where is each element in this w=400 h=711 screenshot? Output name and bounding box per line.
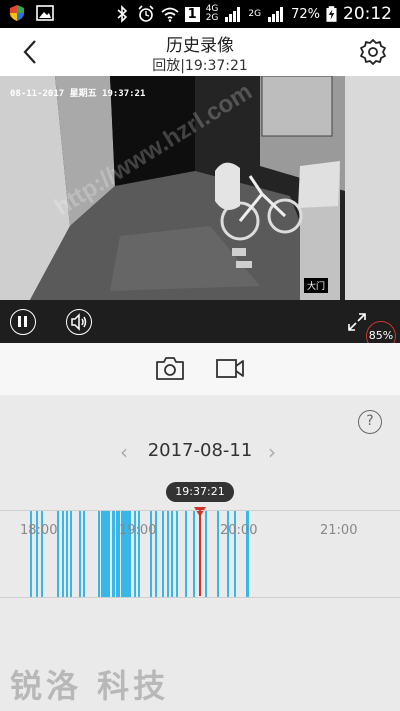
recording-segment [79,511,81,597]
recording-segment [162,511,164,597]
gallery-icon [36,5,54,21]
capture-bar [0,343,400,395]
recording-segment [98,511,100,597]
recording-segment [101,511,108,597]
network-2g: 2G [205,13,219,23]
pause-button[interactable] [10,309,36,335]
current-time-badge: 19:37:21 [166,482,234,502]
recording-segment [193,511,195,597]
recording-segment [171,511,173,597]
network-type: 4G 2G [206,5,219,23]
fullscreen-icon[interactable] [346,311,368,333]
recording-segment [66,511,68,597]
settings-icon[interactable] [358,37,388,67]
recording-segment [112,511,115,597]
alarm-icon [138,5,154,22]
door-label: 大门 [303,278,328,293]
tick-18: 18:00 [20,523,58,538]
tick-21: 21:00 [320,523,358,538]
help-button[interactable]: ? [358,410,382,434]
shield-icon [10,5,24,21]
battery-percent: 72% [291,6,320,22]
tick-19: 19:00 [119,523,157,538]
volume-button[interactable] [66,309,92,335]
camera-icon[interactable] [155,355,185,381]
recording-segment [205,511,207,597]
recording-segment [176,511,178,597]
svg-text:锐洛 科技: 锐洛 科技 [10,667,169,705]
recording-segment [217,511,219,597]
signal-icon [225,7,241,22]
recording-segment [108,511,110,597]
pause-icon [18,316,27,327]
bluetooth-icon [117,5,127,23]
tick-20: 20:00 [220,523,258,538]
battery-charging-icon [326,6,337,22]
video-timestamp: 08-11-2017 星期五 19:37:21 [10,89,146,99]
recording-segment [185,511,187,597]
recording-segment [62,511,64,597]
clock: 20:12 [343,4,392,24]
speaker-icon [71,313,87,331]
date-label: 2017-08-11 [147,440,253,461]
sim-badge: 1 [184,6,200,22]
wifi-icon [161,7,179,22]
brand-logo: 锐洛 科技 [10,667,169,705]
next-date-button[interactable]: › [268,440,276,464]
page-title: 历史录像 [166,36,234,56]
playhead-line [199,510,201,596]
recording-segment [83,511,85,597]
sim2-network: 2G [248,9,262,19]
player-controls: 85% [0,300,400,351]
signal-2-icon [268,7,284,22]
recording-segment [167,511,169,597]
status-bar: 1 4G 2G 2G 72% 20:12 [0,0,400,28]
video-player[interactable]: 08-11-2017 星期五 19:37:21 http://www.hzrl.… [0,76,400,300]
playback-subtitle: 回放|19:37:21 [152,58,248,74]
top-bar: 历史录像 回放|19:37:21 [0,28,400,76]
recording-segment [70,511,72,597]
video-record-icon[interactable] [215,355,245,381]
